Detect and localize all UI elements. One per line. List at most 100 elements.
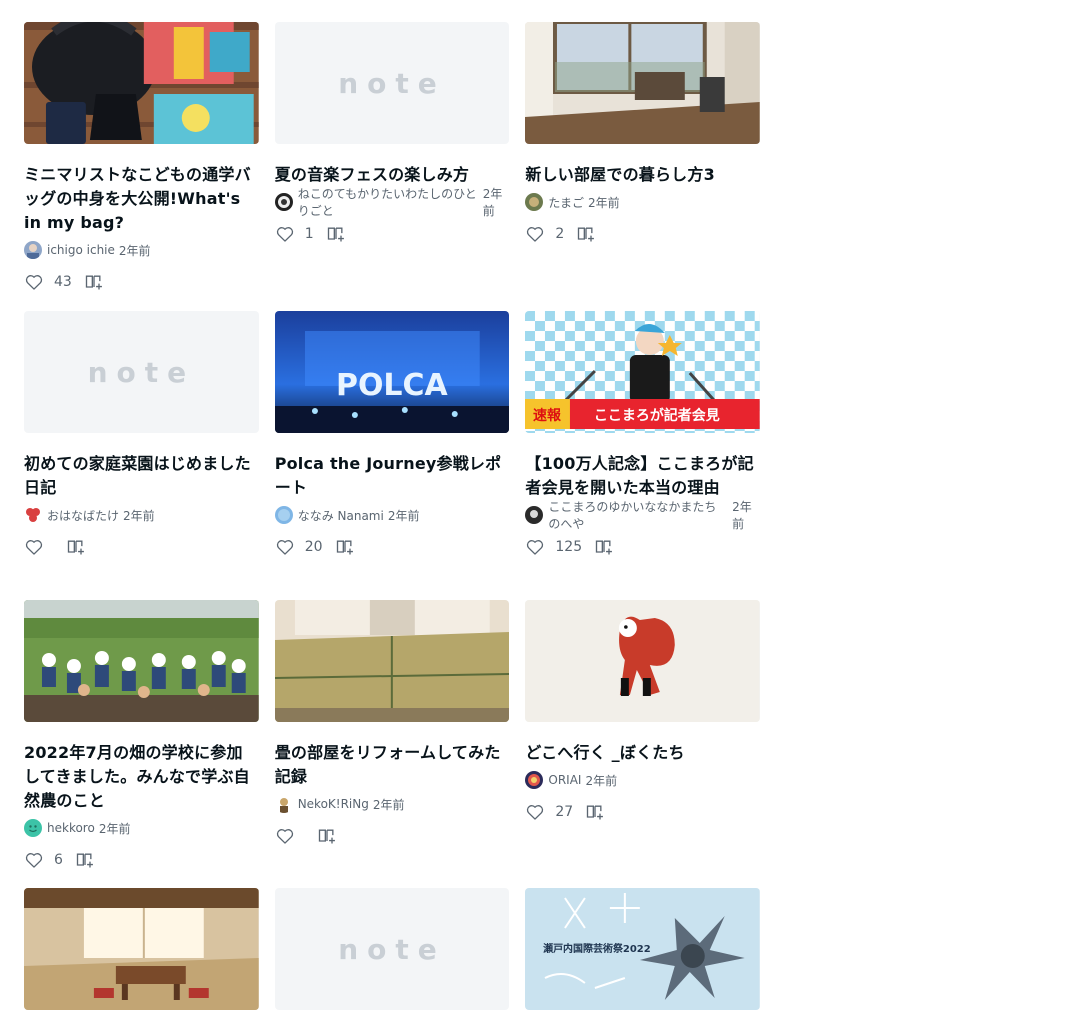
like-icon[interactable]: [275, 826, 295, 846]
author-name[interactable]: ねこのてもかりたいわたしのひとりごと: [298, 185, 479, 219]
article-card[interactable]: 瀬戸内国際芸術祭2022: [525, 888, 761, 1011]
article-title[interactable]: ミニマリストなこどもの通学バッグの中身を大公開!What's in my bag…: [24, 163, 259, 235]
author-name[interactable]: ここまろのゆかいななかまたちのへや: [548, 498, 728, 532]
article-thumbnail[interactable]: 速報 ここまろが記者会見: [525, 311, 761, 433]
article-title[interactable]: 夏の音楽フェスの楽しみ方: [275, 163, 510, 187]
article-thumbnail[interactable]: POLCA: [274, 311, 510, 433]
published-time: 2年前: [118, 243, 151, 258]
article-card[interactable]: 速報 ここまろが記者会見 【100万人記念】ここまろが記者会見を開いた本当の理由…: [525, 311, 761, 600]
like-count: 2: [555, 226, 565, 242]
article-thumbnail[interactable]: 瀬戸内国際芸術祭2022: [525, 888, 761, 1010]
article-card[interactable]: note 夏の音楽フェスの楽しみ方 ねこのてもかりたいわたしのひとりごと 2年前…: [274, 22, 510, 311]
published-time: 2年前: [588, 195, 620, 210]
author-avatar[interactable]: [525, 193, 544, 211]
like-count: 1: [304, 226, 314, 242]
article-title[interactable]: Polca the Journey参戦レポート: [275, 452, 510, 500]
author-avatar[interactable]: [24, 819, 42, 837]
article-meta: NekoK!RiNg 2年前: [274, 794, 510, 814]
add-to-magazine-icon[interactable]: [594, 537, 614, 557]
article-thumbnail[interactable]: [24, 600, 259, 722]
author-avatar[interactable]: [24, 241, 42, 259]
article-meta: ななみ Nanami 2年前: [274, 505, 510, 525]
article-title[interactable]: 初めての家庭菜園はじめました日記: [24, 452, 259, 500]
article-thumbnail[interactable]: [274, 600, 510, 722]
article-actions: 2: [525, 224, 760, 244]
author-name[interactable]: おはなばたけ: [47, 507, 119, 524]
article-meta: ここまろのゆかいななかまたちのへや 2年前: [525, 500, 760, 531]
like-count: 6: [54, 852, 63, 868]
article-meta: ichigo ichie 2年前: [24, 240, 259, 260]
author-name[interactable]: hekkoro: [47, 821, 95, 835]
author-name[interactable]: ななみ Nanami: [298, 507, 384, 524]
like-icon[interactable]: [525, 537, 545, 557]
author-name[interactable]: たまご: [548, 194, 584, 211]
article-meta: ORIAI 2年前: [525, 770, 760, 790]
published-time: 2年前: [98, 821, 131, 836]
article-title[interactable]: 【100万人記念】ここまろが記者会見を開いた本当の理由: [525, 452, 760, 500]
author-avatar[interactable]: [525, 506, 544, 524]
add-to-magazine-icon[interactable]: [317, 826, 337, 846]
article-title[interactable]: 畳の部屋をリフォームしてみた記録: [275, 741, 510, 789]
article-card[interactable]: ミニマリストなこどもの通学バッグの中身を大公開!What's in my bag…: [24, 22, 259, 311]
article-thumbnail[interactable]: [525, 600, 761, 722]
author-avatar[interactable]: [274, 193, 293, 211]
concert-stage-text: POLCA: [336, 368, 448, 403]
article-actions: [275, 826, 510, 846]
article-card[interactable]: 畳の部屋をリフォームしてみた記録 NekoK!RiNg 2年前: [274, 600, 510, 888]
article-thumbnail[interactable]: [525, 22, 761, 144]
add-to-magazine-icon[interactable]: [326, 224, 346, 244]
article-thumbnail[interactable]: note: [274, 888, 510, 1010]
article-actions: 1: [275, 224, 510, 244]
article-card[interactable]: [24, 888, 259, 1011]
like-icon[interactable]: [525, 224, 545, 244]
article-card[interactable]: 新しい部屋での暮らし方3 たまご 2年前 2: [525, 22, 761, 311]
article-thumbnail[interactable]: [24, 22, 259, 144]
author-name[interactable]: ichigo ichie: [47, 243, 115, 257]
add-to-magazine-icon[interactable]: [75, 850, 95, 870]
article-thumbnail[interactable]: [24, 888, 259, 1010]
like-icon[interactable]: [24, 272, 44, 292]
article-meta: hekkoro 2年前: [24, 818, 259, 838]
article-row: note 初めての家庭菜園はじめました日記 おはなばたけ 2年前 POLCA P…: [24, 311, 761, 600]
article-card[interactable]: POLCA Polca the Journey参戦レポート ななみ Nanami…: [274, 311, 510, 600]
like-icon[interactable]: [525, 802, 545, 822]
add-to-magazine-icon[interactable]: [335, 537, 355, 557]
article-card[interactable]: 2022年7月の畑の学校に参加してきました。みんなで学ぶ自然農のこと hekko…: [24, 600, 259, 888]
add-to-magazine-icon[interactable]: [84, 272, 104, 292]
published-time: 2年前: [372, 797, 405, 812]
article-title[interactable]: 新しい部屋での暮らし方3: [525, 163, 760, 187]
article-actions: 125: [525, 537, 760, 557]
add-to-magazine-icon[interactable]: [585, 802, 605, 822]
article-actions: [24, 537, 259, 557]
article-card[interactable]: note 初めての家庭菜園はじめました日記 おはなばたけ 2年前: [24, 311, 259, 600]
article-card[interactable]: どこへ行く _ぼくたち ORIAI 2年前 27: [525, 600, 761, 888]
published-time: 2年前: [123, 508, 155, 523]
article-thumbnail[interactable]: note: [274, 22, 510, 144]
author-avatar[interactable]: [274, 795, 293, 813]
article-row: 2022年7月の畑の学校に参加してきました。みんなで学ぶ自然農のこと hekko…: [24, 600, 761, 888]
author-name[interactable]: ORIAI: [548, 773, 581, 787]
author-avatar[interactable]: [24, 506, 42, 524]
add-to-magazine-icon[interactable]: [66, 537, 86, 557]
article-card[interactable]: note: [274, 888, 510, 1011]
article-meta: たまご 2年前: [525, 192, 760, 212]
author-avatar[interactable]: [274, 506, 293, 524]
add-to-magazine-icon[interactable]: [576, 224, 596, 244]
poster-title: 瀬戸内国際芸術祭2022: [543, 942, 651, 955]
like-icon[interactable]: [24, 850, 44, 870]
note-logo-placeholder: note: [338, 66, 446, 100]
article-thumbnail[interactable]: note: [24, 311, 259, 433]
note-logo-placeholder: note: [338, 932, 446, 966]
like-count: 20: [304, 539, 323, 555]
author-name[interactable]: NekoK!RiNg: [298, 797, 369, 811]
article-meta: おはなばたけ 2年前: [24, 505, 259, 525]
article-title[interactable]: 2022年7月の畑の学校に参加してきました。みんなで学ぶ自然農のこと: [24, 741, 259, 813]
article-meta: ねこのてもかりたいわたしのひとりごと 2年前: [274, 187, 510, 218]
like-icon[interactable]: [275, 224, 295, 244]
author-avatar[interactable]: [525, 771, 544, 789]
article-title[interactable]: どこへ行く _ぼくたち: [525, 741, 760, 765]
published-time: 2年前: [585, 773, 618, 788]
breaking-tag: 速報: [533, 407, 562, 424]
like-icon[interactable]: [275, 537, 295, 557]
like-icon[interactable]: [24, 537, 44, 557]
